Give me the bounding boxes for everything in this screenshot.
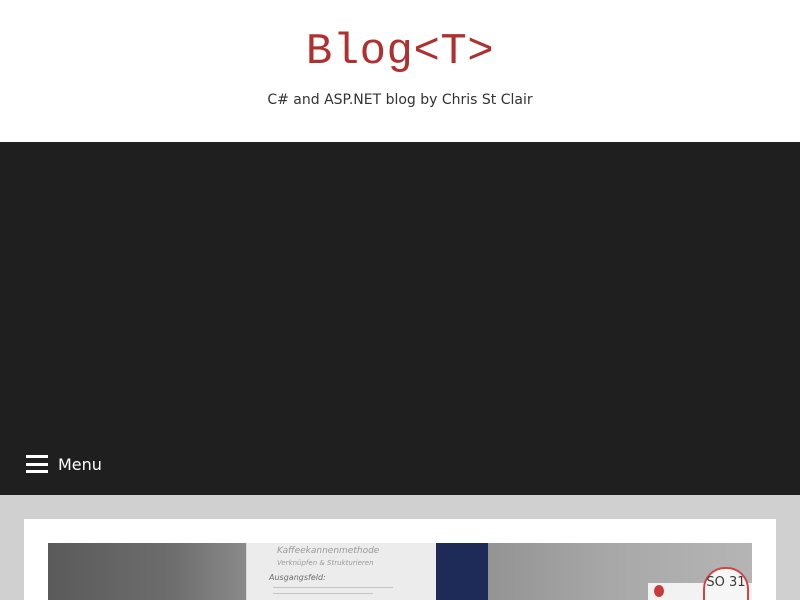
post-featured-image[interactable]: Kaffeekannenmethode Verknüpfen & Struktu… <box>48 543 752 600</box>
blue-panel <box>436 543 488 600</box>
site-header: Blog<T> C# and ASP.NET blog by Chris St … <box>0 0 800 142</box>
board-heading: Kaffeekannenmethode <box>277 546 380 556</box>
site-title[interactable]: Blog<T> <box>0 26 800 78</box>
site-tagline: C# and ASP.NET blog by Chris St Clair <box>267 92 533 108</box>
cloud-sketch: SO 31 <box>703 567 749 600</box>
header-image-band <box>0 142 800 495</box>
hamburger-icon <box>26 455 48 473</box>
board-label: Ausgangsfeld: <box>269 573 326 582</box>
red-marker <box>654 585 664 597</box>
menu-toggle-button[interactable]: Menu <box>26 443 102 485</box>
board-subheading: Verknüpfen & Strukturieren <box>277 559 374 567</box>
menu-label: Menu <box>58 454 102 474</box>
flipchart-board: Kaffeekannenmethode Verknüpfen & Struktu… <box>246 543 437 600</box>
